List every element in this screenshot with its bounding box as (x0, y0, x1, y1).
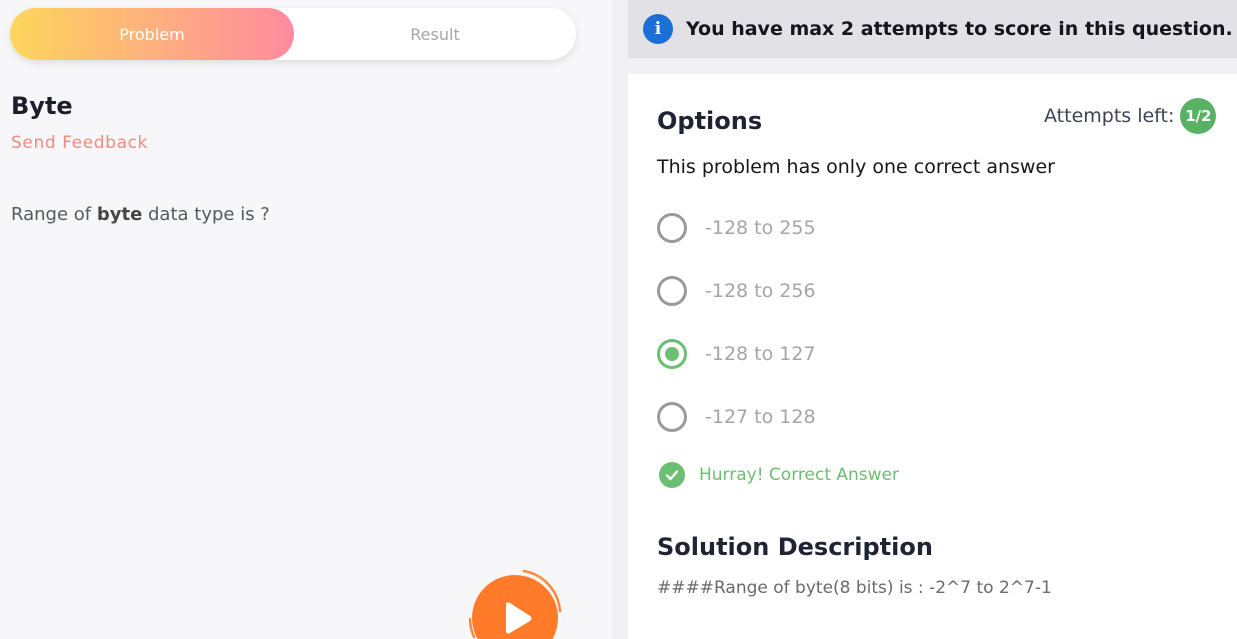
tab-result[interactable]: Result (294, 8, 576, 60)
result-text: Hurray! Correct Answer (699, 465, 899, 485)
checkmark-icon (665, 470, 679, 481)
info-icon: i (643, 14, 673, 44)
options-card: Options Attempts left: 1/2 This problem … (628, 74, 1237, 639)
banner-text: You have max 2 attempts to score in this… (686, 18, 1233, 40)
radio-button[interactable] (657, 402, 687, 432)
option-1[interactable]: -128 to 255 (657, 212, 816, 244)
check-circle-icon (659, 462, 685, 488)
answer-instruction: This problem has only one correct answer (657, 156, 1055, 178)
attempts-banner: i You have max 2 attempts to score in th… (628, 0, 1237, 58)
tab-problem[interactable]: Problem (10, 8, 294, 60)
result-message: Hurray! Correct Answer (659, 462, 899, 488)
question-keyword: byte (96, 204, 143, 225)
option-label: -127 to 128 (705, 406, 816, 428)
problem-title: Byte (11, 92, 73, 120)
radio-button-selected[interactable] (657, 339, 687, 369)
radio-button[interactable] (657, 213, 687, 243)
question-suffix: data type is ? (142, 204, 270, 225)
options-title: Options (657, 107, 763, 135)
send-feedback-link[interactable]: Send Feedback (11, 133, 148, 153)
radio-button[interactable] (657, 276, 687, 306)
attempts-label: Attempts left: (1044, 105, 1175, 127)
solution-text: ####Range of byte(8 bits) is : -2^7 to 2… (657, 578, 1052, 598)
problem-panel: Problem Result Byte Send Feedback Range … (0, 0, 612, 639)
video-play-widget (462, 565, 572, 639)
tab-bar: Problem Result (10, 8, 576, 60)
option-4[interactable]: -127 to 128 (657, 401, 816, 433)
option-label: -128 to 127 (705, 343, 816, 365)
question-text: Range of byte data type is ? (11, 204, 270, 225)
solution-title: Solution Description (657, 533, 933, 561)
option-3[interactable]: -128 to 127 (657, 338, 816, 370)
option-2[interactable]: -128 to 256 (657, 275, 816, 307)
option-label: -128 to 255 (705, 217, 816, 239)
app-root: Problem Result Byte Send Feedback Range … (0, 0, 1237, 639)
attempts-left: Attempts left: 1/2 (1044, 98, 1217, 134)
attempts-badge: 1/2 (1180, 98, 1217, 134)
play-icon (506, 602, 532, 634)
option-label: -128 to 256 (705, 280, 816, 302)
question-prefix: Range of (11, 204, 97, 225)
play-button[interactable] (472, 575, 558, 639)
